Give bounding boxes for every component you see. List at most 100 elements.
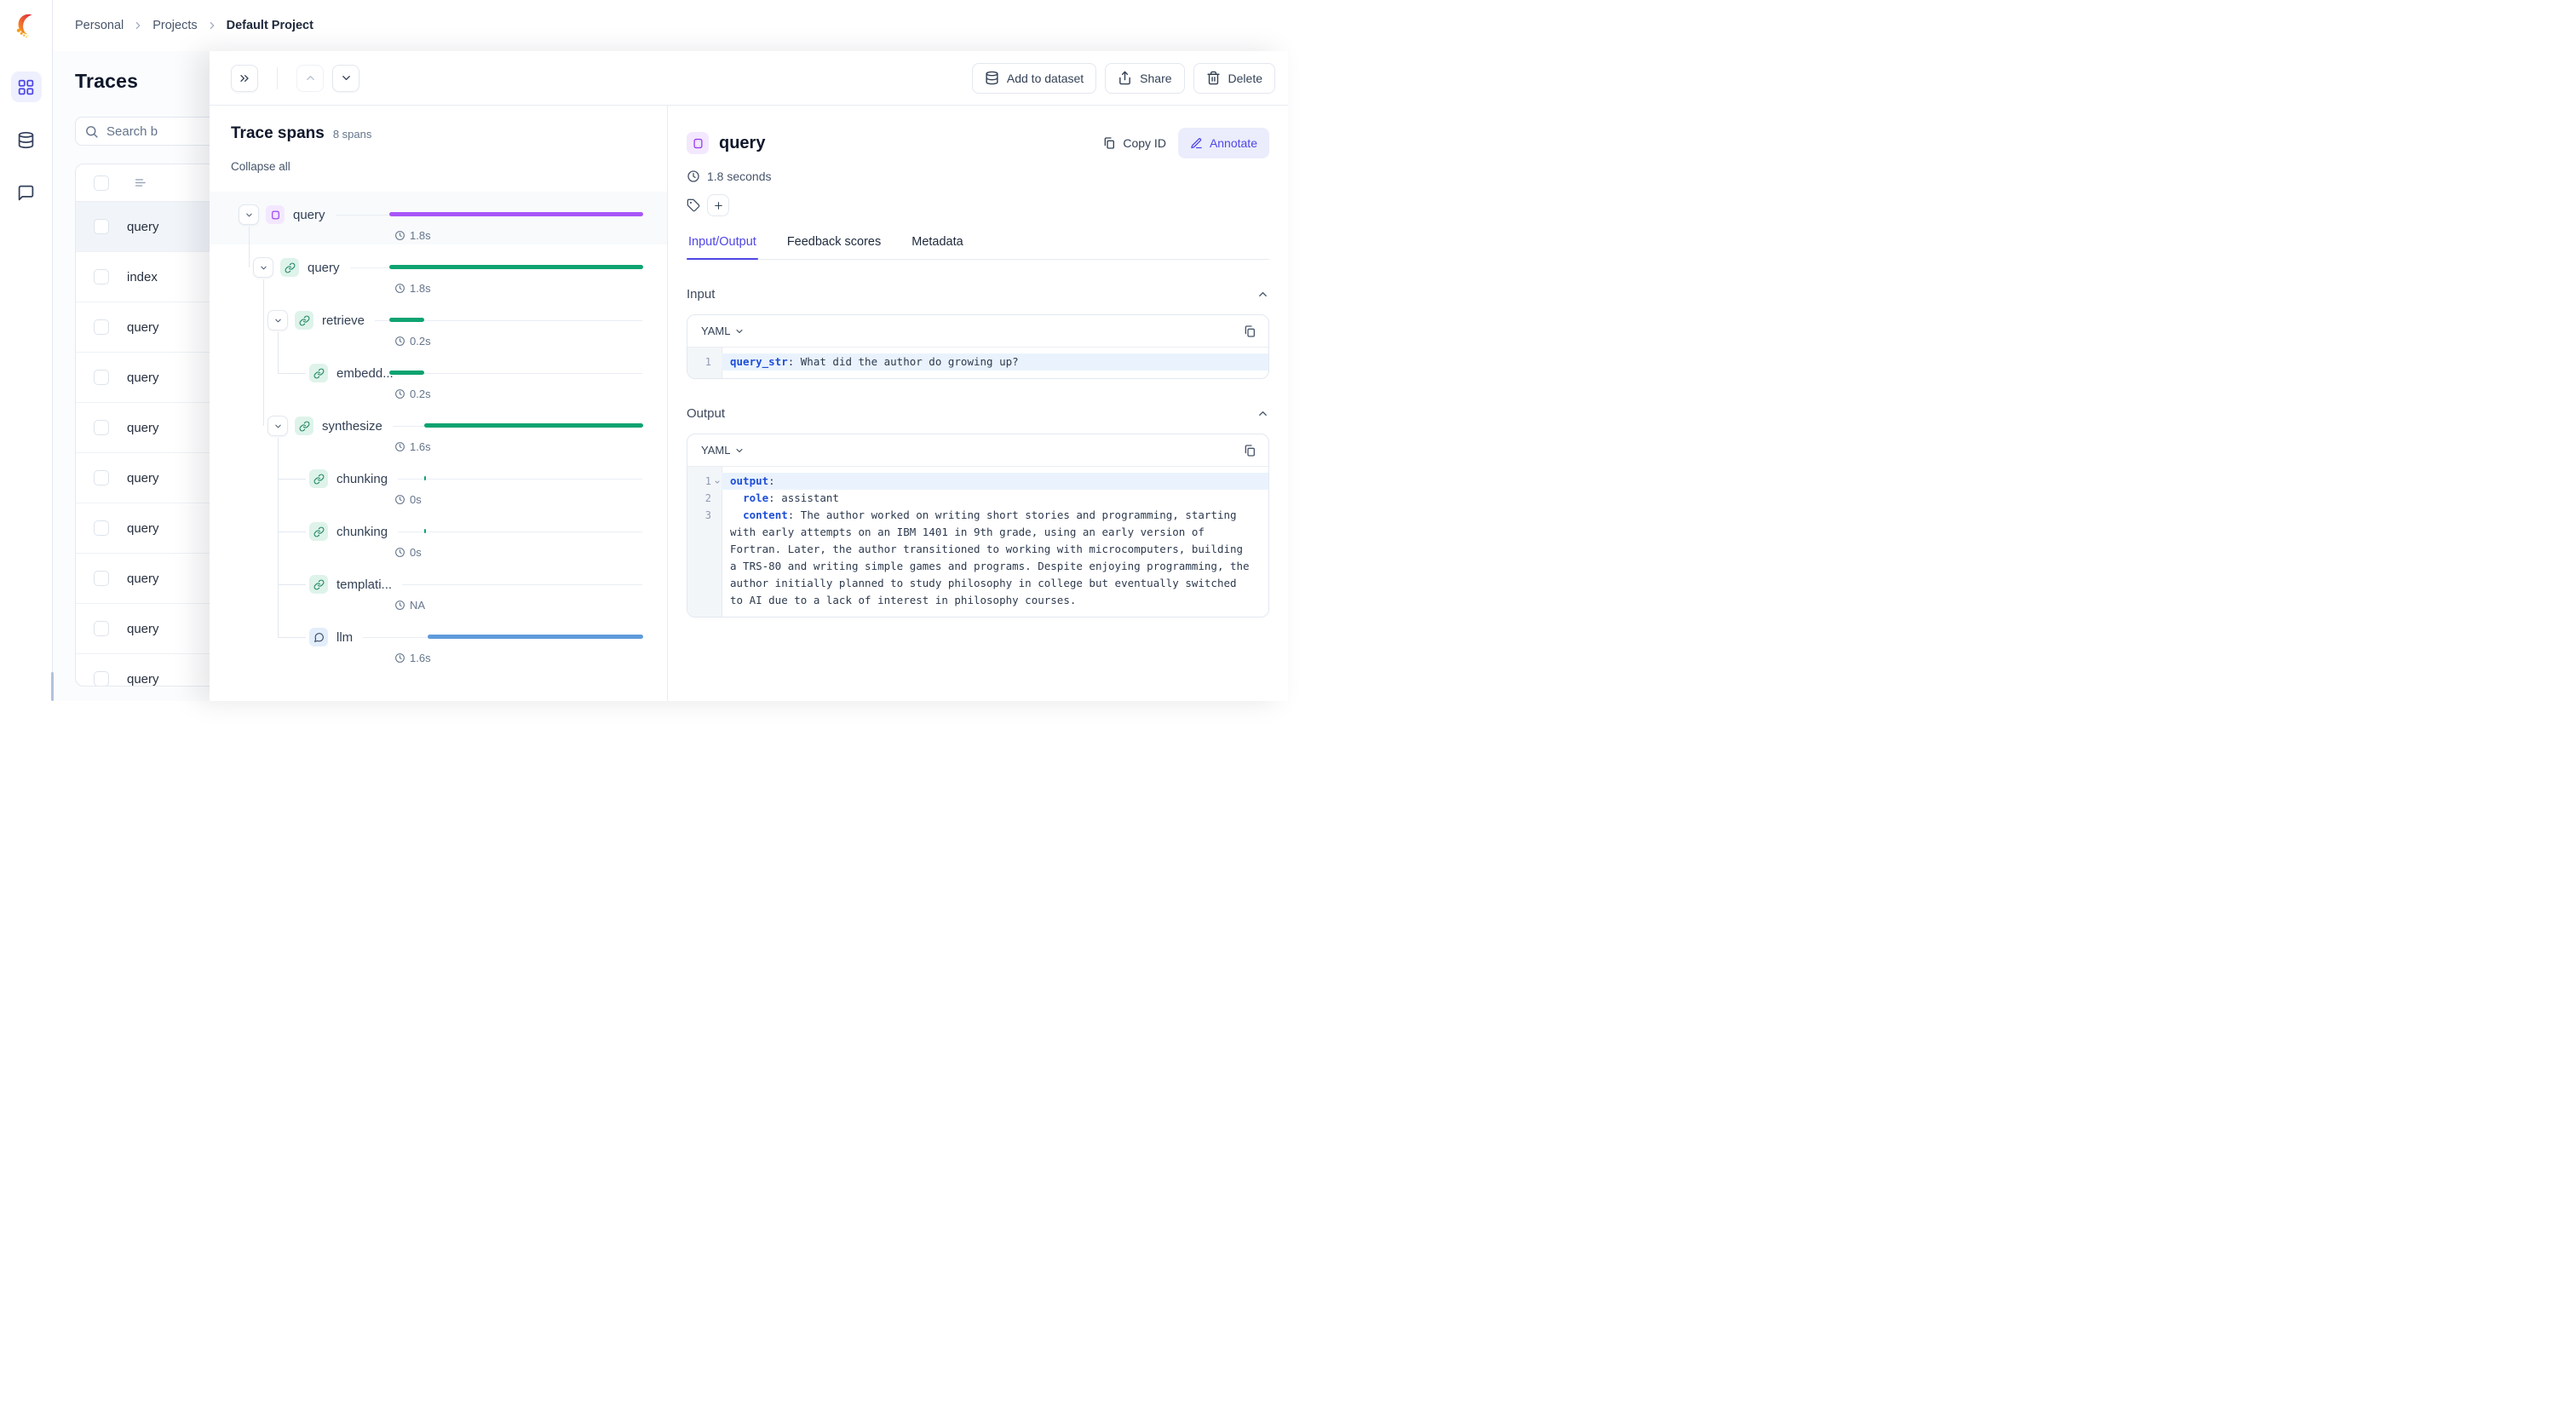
chevron-up-icon[interactable] bbox=[1256, 288, 1269, 301]
copy-icon[interactable] bbox=[1243, 325, 1256, 338]
trace-icon bbox=[687, 132, 709, 154]
trace-name: query bbox=[127, 219, 159, 234]
sidebar-item-2[interactable] bbox=[11, 177, 42, 208]
sidebar-nav bbox=[0, 72, 52, 208]
database-icon bbox=[985, 71, 999, 85]
code-text: role: assistant bbox=[743, 491, 839, 504]
add-tag-button[interactable] bbox=[707, 194, 729, 216]
row-checkbox[interactable] bbox=[94, 269, 109, 284]
tab-metadata[interactable]: Metadata bbox=[910, 235, 964, 259]
vertical-scrollbar-thumb[interactable] bbox=[51, 672, 54, 701]
clock-icon bbox=[394, 388, 405, 399]
span-tree: query 1.8s query 1.8s retrieve 0.2s embedd... 0… bbox=[210, 192, 667, 667]
row-checkbox[interactable] bbox=[94, 621, 109, 636]
row-checkbox[interactable] bbox=[94, 370, 109, 385]
add-to-dataset-button[interactable]: Add to dataset bbox=[971, 62, 1097, 94]
row-checkbox[interactable] bbox=[94, 571, 109, 586]
share-button[interactable]: Share bbox=[1105, 62, 1185, 94]
expand-collapse-button[interactable] bbox=[267, 310, 288, 330]
trace-rect-icon bbox=[266, 205, 285, 224]
line-number: 1 bbox=[687, 473, 722, 490]
expand-collapse-button[interactable] bbox=[267, 416, 288, 436]
collapse-all-link[interactable]: Collapse all bbox=[231, 160, 290, 173]
tree-connector bbox=[278, 373, 306, 374]
span-row-query[interactable]: query 1.8s bbox=[210, 244, 667, 297]
trace-name: query bbox=[127, 319, 159, 335]
sidebar-item-0[interactable] bbox=[10, 72, 42, 102]
breadcrumb-projects[interactable]: Projects bbox=[152, 19, 197, 32]
span-name: llm bbox=[336, 629, 354, 645]
row-checkbox[interactable] bbox=[94, 219, 109, 234]
sidebar bbox=[0, 0, 54, 701]
span-row-query[interactable]: query 1.8s bbox=[210, 192, 667, 244]
grid-icon bbox=[17, 78, 35, 96]
span-name: query bbox=[308, 260, 340, 275]
span-duration-label: NA bbox=[394, 599, 425, 612]
previous-trace-button[interactable] bbox=[296, 64, 324, 92]
clock-icon bbox=[394, 336, 405, 347]
next-trace-button[interactable] bbox=[332, 64, 359, 92]
tree-connector bbox=[278, 479, 306, 480]
row-checkbox[interactable] bbox=[94, 470, 109, 486]
span-duration: 1.8 seconds bbox=[687, 170, 1269, 183]
select-all-checkbox[interactable] bbox=[94, 175, 109, 191]
tree-connector bbox=[263, 279, 264, 426]
output-format-select[interactable]: YAML bbox=[701, 444, 745, 457]
link-icon bbox=[295, 417, 313, 435]
copy-icon[interactable] bbox=[1243, 444, 1256, 457]
sidebar-item-1[interactable] bbox=[11, 124, 42, 155]
link-icon bbox=[309, 364, 328, 382]
delete-button[interactable]: Delete bbox=[1193, 62, 1275, 94]
tab-input-output[interactable]: Input/Output bbox=[687, 235, 758, 260]
trace-name: query bbox=[127, 571, 159, 586]
fold-chevron-icon[interactable] bbox=[714, 479, 721, 486]
copy-id-button[interactable]: Copy ID bbox=[1102, 136, 1166, 150]
comet-logo[interactable] bbox=[12, 11, 41, 40]
chevron-right-icon bbox=[206, 20, 218, 32]
overlay-toolbar: Add to dataset Share Delete bbox=[210, 51, 1288, 106]
tree-connector bbox=[278, 438, 279, 637]
output-code: 1 output: 2 role: assistant 3 content: The … bbox=[687, 467, 1268, 617]
tab-feedback-scores[interactable]: Feedback scores bbox=[785, 235, 883, 259]
text-lines-icon[interactable] bbox=[133, 175, 147, 190]
row-checkbox[interactable] bbox=[94, 319, 109, 335]
clock-icon bbox=[394, 230, 405, 241]
input-section-header: Input bbox=[687, 287, 1269, 302]
row-checkbox[interactable] bbox=[94, 420, 109, 435]
expand-collapse-button[interactable] bbox=[253, 257, 273, 278]
input-format-select[interactable]: YAML bbox=[701, 325, 745, 337]
link-icon bbox=[280, 258, 299, 277]
search-icon bbox=[84, 124, 99, 139]
row-leader-line bbox=[402, 583, 642, 585]
message-circle-icon bbox=[309, 628, 328, 646]
chevron-up-icon[interactable] bbox=[1256, 407, 1269, 420]
link-icon bbox=[309, 575, 328, 594]
clock-icon bbox=[394, 600, 405, 611]
span-duration-label: 0.2s bbox=[394, 388, 431, 400]
row-checkbox[interactable] bbox=[94, 671, 109, 686]
code-line: 1 output: bbox=[687, 473, 1268, 490]
spans-panel-title: Trace spans bbox=[231, 124, 325, 142]
expand-collapse-button[interactable] bbox=[239, 204, 259, 225]
row-checkbox[interactable] bbox=[94, 520, 109, 536]
span-name: chunking bbox=[336, 471, 388, 486]
trace-detail-overlay: Add to dataset Share Delete Trace spans 8 … bbox=[210, 51, 1288, 701]
row-leader-line bbox=[398, 531, 642, 532]
duration-bar bbox=[389, 212, 643, 216]
line-number: 3 bbox=[704, 509, 711, 521]
trace-name: query bbox=[127, 370, 159, 385]
link-icon bbox=[309, 522, 328, 541]
clock-icon bbox=[394, 547, 405, 558]
annotate-button[interactable]: Annotate bbox=[1177, 128, 1269, 158]
tree-connector bbox=[249, 227, 250, 267]
share-icon bbox=[1118, 71, 1132, 85]
tree-connector bbox=[278, 637, 306, 638]
duration-bar bbox=[389, 371, 425, 375]
breadcrumb-personal[interactable]: Personal bbox=[75, 19, 124, 32]
collapse-panel-button[interactable] bbox=[231, 64, 258, 92]
spans-count: 8 spans bbox=[332, 128, 372, 141]
span-name: query bbox=[293, 207, 325, 222]
output-section-header: Output bbox=[687, 406, 1269, 421]
topbar: Personal Projects Default Project bbox=[53, 0, 1288, 51]
chevron-right-icon bbox=[132, 20, 144, 32]
